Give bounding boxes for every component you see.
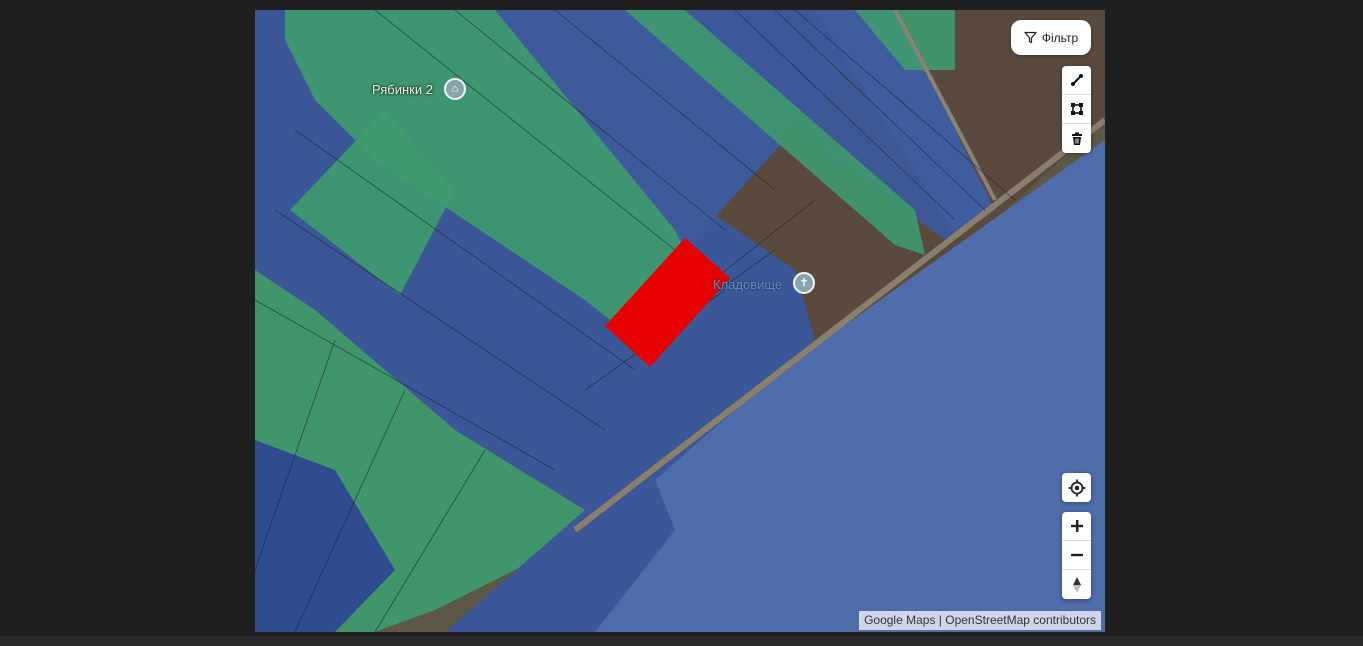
compass-icon — [1072, 576, 1081, 593]
map-canvas[interactable]: Рябинки 2 ⌂ Кладовище ✝ Фільтр Google Ma… — [255, 10, 1105, 632]
zoom-in-button[interactable] — [1062, 512, 1091, 541]
place-label-cemetery: Кладовище — [713, 277, 783, 292]
attribution-google-link[interactable]: Google Maps — [864, 613, 935, 627]
zoom-controls — [1062, 512, 1091, 599]
cemetery-pin-icon[interactable]: ✝ — [793, 272, 815, 294]
map-imagery — [255, 10, 1105, 632]
draw-polygon-button[interactable] — [1062, 95, 1091, 124]
filter-icon — [1024, 31, 1037, 44]
draw-toolbar — [1062, 66, 1091, 153]
attribution-separator: | — [935, 613, 946, 627]
reset-bearing-button[interactable] — [1062, 570, 1091, 599]
minus-icon — [1070, 553, 1083, 557]
delete-button[interactable] — [1062, 124, 1091, 153]
attribution-osm-link[interactable]: OpenStreetMap contributors — [945, 613, 1096, 627]
map-attribution: Google Maps | OpenStreetMap contributors — [859, 611, 1101, 630]
place-label-rybinky: Рябинки 2 — [372, 82, 433, 97]
crosshair-icon — [1068, 479, 1085, 496]
filter-button[interactable]: Фільтр — [1011, 20, 1091, 55]
geolocate-button[interactable] — [1062, 473, 1091, 502]
bottom-bar — [0, 636, 1363, 646]
trash-icon — [1071, 132, 1082, 145]
village-pin-icon[interactable]: ⌂ — [444, 78, 466, 100]
line-draw-icon — [1070, 74, 1083, 86]
zoom-out-button[interactable] — [1062, 541, 1091, 570]
plus-icon — [1070, 520, 1083, 532]
polygon-draw-icon — [1070, 103, 1083, 115]
draw-line-button[interactable] — [1062, 66, 1091, 95]
geolocate-control — [1062, 473, 1091, 502]
filter-label: Фільтр — [1041, 30, 1079, 45]
